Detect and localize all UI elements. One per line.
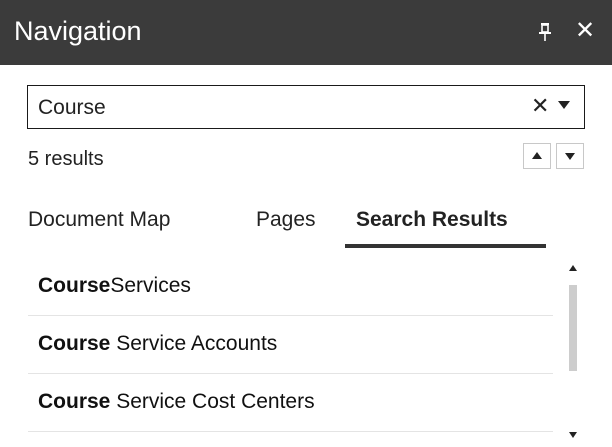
close-icon[interactable]: ✕: [575, 17, 595, 45]
tab-bar: Document Map Pages Search Results: [0, 200, 612, 250]
list-item-label: Course Service Cost Centers: [38, 389, 315, 415]
list-item-rest: Service Accounts: [110, 332, 278, 355]
panel-title: Navigation: [14, 16, 142, 46]
list-item[interactable]: CourseServices: [28, 258, 553, 316]
chevron-down-icon[interactable]: [558, 101, 570, 109]
active-tab-indicator: [345, 244, 546, 248]
list-item-label: CourseServices: [38, 273, 191, 299]
list-item-rest: Services: [110, 274, 191, 297]
panel-titlebar: Navigation ✕: [0, 0, 612, 65]
list-item-rest: Service Cost Centers: [110, 390, 315, 413]
arrow-down-icon: [565, 153, 575, 160]
match-highlight: Course: [38, 274, 111, 297]
scroll-down-arrow[interactable]: [569, 432, 577, 438]
next-result-button[interactable]: [556, 143, 584, 169]
tab-search-results[interactable]: Search Results: [356, 205, 508, 235]
match-highlight: Course: [38, 390, 111, 413]
search-input-value[interactable]: Course: [38, 95, 106, 121]
list-item[interactable]: Course Service Cost Centers: [28, 374, 553, 432]
arrow-up-icon: [532, 152, 542, 159]
match-highlight: Course: [38, 332, 111, 355]
scroll-up-arrow[interactable]: [569, 265, 577, 271]
tab-pages[interactable]: Pages: [256, 205, 316, 235]
scrollbar-thumb[interactable]: [569, 285, 577, 371]
search-results-list: CourseServices Course Service Accounts C…: [0, 258, 612, 447]
pin-icon[interactable]: [537, 21, 553, 43]
previous-result-button[interactable]: [523, 143, 551, 169]
list-item-label: Course Service Accounts: [38, 331, 277, 357]
navigation-panel: Navigation ✕ Course ✕ 5 results Document…: [0, 0, 612, 447]
tab-document-map[interactable]: Document Map: [28, 205, 170, 235]
search-input[interactable]: Course ✕: [27, 85, 585, 129]
results-count: 5 results: [28, 148, 104, 170]
clear-icon[interactable]: ✕: [531, 93, 549, 119]
list-item[interactable]: Course Service Accounts: [28, 316, 553, 374]
